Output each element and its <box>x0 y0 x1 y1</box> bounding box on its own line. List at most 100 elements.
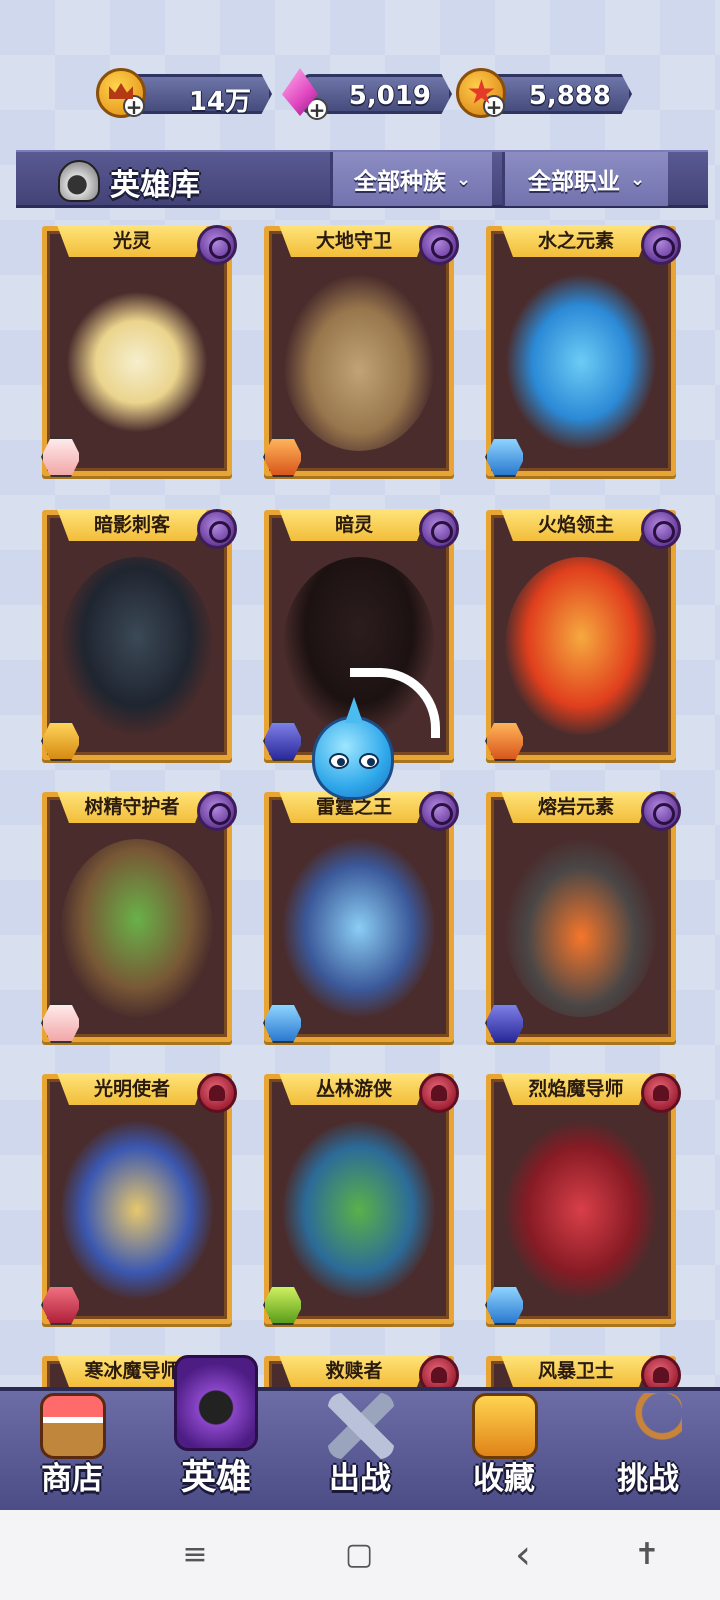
human-race-icon <box>419 1073 459 1113</box>
shop-icon <box>40 1393 106 1459</box>
add-gems-icon[interactable]: + <box>306 98 328 120</box>
add-gold-icon[interactable]: + <box>123 95 145 117</box>
nav-battle-label: 出战 <box>329 1461 391 1497</box>
human-race-icon <box>641 1355 681 1387</box>
class-icon <box>41 1285 81 1325</box>
class-icon <box>485 1003 525 1043</box>
elemental-race-icon <box>641 791 681 831</box>
hero-name: 树精守护者 <box>57 791 207 823</box>
class-icon <box>263 1003 303 1043</box>
chevron-down-icon: ⌄ <box>455 168 472 190</box>
hero-card[interactable]: 火焰领主 <box>485 509 681 761</box>
gem-amount: 5,019 <box>348 81 431 111</box>
hero-card[interactable]: 光明使者 <box>41 1073 237 1325</box>
nav-collection[interactable]: 收藏 <box>432 1391 576 1510</box>
class-icon <box>41 721 81 761</box>
nav-shop-label: 商店 <box>41 1461 103 1497</box>
human-race-icon <box>641 1073 681 1113</box>
hero-card[interactable]: 大地守卫 <box>263 225 459 477</box>
star-coin-icon[interactable]: + <box>456 68 506 118</box>
hero-portrait <box>283 273 435 451</box>
pet-eye-icon <box>359 753 379 769</box>
hero-card[interactable]: 丛林游侠 <box>263 1073 459 1325</box>
hero-name: 暗灵 <box>279 509 429 541</box>
hero-portrait <box>61 1121 213 1299</box>
class-icon <box>263 1285 303 1325</box>
hero-name: 丛林游侠 <box>279 1073 429 1105</box>
nav-challenge[interactable]: 挑战 <box>576 1391 720 1510</box>
star-amount: 5,888 <box>528 81 611 111</box>
hero-portrait <box>61 839 213 1017</box>
elemental-race-icon <box>641 509 681 549</box>
race-filter-dropdown[interactable]: 全部种族 ⌄ <box>330 152 492 206</box>
class-icon <box>485 437 525 477</box>
elemental-race-icon <box>419 509 459 549</box>
hero-card[interactable]: 救赎者 <box>264 1355 459 1387</box>
page-title: 英雄库 <box>110 168 200 203</box>
class-filter-dropdown[interactable]: 全部职业 ⌄ <box>502 152 668 206</box>
class-icon <box>485 1285 525 1325</box>
hero-portrait <box>61 557 213 735</box>
class-icon <box>41 1003 81 1043</box>
water-spirit-pet-icon[interactable] <box>312 716 394 800</box>
hero-card[interactable]: 光灵 <box>41 225 237 477</box>
bottom-nav: 商店 英雄 出战 收藏 挑战 <box>0 1355 720 1510</box>
treasure-chest-icon <box>472 1393 538 1459</box>
nav-battle[interactable]: 出战 <box>288 1391 432 1510</box>
hero-card[interactable]: 熔岩元素 <box>485 791 681 1043</box>
elemental-race-icon <box>641 225 681 265</box>
hero-card[interactable]: 烈焰魔导师 <box>485 1073 681 1325</box>
currency-bar: 14万 + 5,019 + 5,888 + <box>92 68 632 120</box>
pink-gem-icon[interactable]: + <box>276 68 328 120</box>
hero-portrait <box>61 273 213 451</box>
add-stars-icon[interactable]: + <box>483 95 505 117</box>
elemental-race-icon <box>197 791 237 831</box>
crown-coin-icon[interactable]: + <box>96 68 146 118</box>
nav-shop[interactable]: 商店 <box>0 1391 144 1510</box>
elemental-race-icon <box>197 225 237 265</box>
home-icon[interactable]: ▢ <box>336 1532 382 1578</box>
class-icon <box>263 721 303 761</box>
elemental-race-icon <box>419 225 459 265</box>
hero-name: 光灵 <box>57 225 207 257</box>
menu-icon[interactable]: ≡ <box>172 1532 218 1578</box>
class-filter-label: 全部职业 <box>527 169 620 195</box>
class-icon <box>41 437 81 477</box>
class-icon <box>485 721 525 761</box>
human-race-icon <box>419 1355 459 1387</box>
hero-grid: 光灵 大地守卫 水之元素暗影刺客 暗灵 火焰领主树精守护者 雷霆之王 熔岩元素光明使者 丛林游… <box>0 222 720 1387</box>
hero-name: 大地守卫 <box>279 225 429 257</box>
gold-amount: 14万 <box>188 87 251 117</box>
back-icon[interactable]: ‹ <box>500 1532 546 1578</box>
hero-name: 火焰领主 <box>501 509 651 541</box>
nav-heroes-label: 英雄 <box>180 1458 251 1498</box>
hero-name: 暗影刺客 <box>57 509 207 541</box>
hero-name: 光明使者 <box>57 1073 207 1105</box>
hero-card[interactable]: 暗影刺客 <box>41 509 237 761</box>
nav-collection-label: 收藏 <box>473 1461 535 1497</box>
crossed-swords-icon <box>328 1393 394 1459</box>
hero-name: 风暴卫士 <box>501 1355 651 1387</box>
helmet-icon <box>58 160 100 202</box>
elemental-race-icon <box>197 509 237 549</box>
class-icon <box>263 437 303 477</box>
hero-library-header: 英雄库 全部种族 ⌄ 全部职业 ⌄ <box>16 150 708 208</box>
race-filter-label: 全部种族 <box>353 169 446 195</box>
crossbow-icon <box>616 1393 682 1459</box>
hero-card[interactable]: 雷霆之王 <box>263 791 459 1043</box>
hero-portrait <box>283 839 435 1017</box>
hero-card[interactable]: 风暴卫士 <box>486 1355 681 1387</box>
hero-portrait <box>283 1121 435 1299</box>
hero-card[interactable]: 树精守护者 <box>41 791 237 1043</box>
hero-card[interactable]: 水之元素 <box>485 225 681 477</box>
system-nav-bar: ≡ ▢ ‹ ✝ <box>0 1510 720 1600</box>
hero-portrait <box>505 1121 657 1299</box>
elemental-race-icon <box>419 791 459 831</box>
accessibility-icon[interactable]: ✝ <box>624 1532 670 1578</box>
hero-helmet-icon <box>174 1355 258 1451</box>
hero-name: 烈焰魔导师 <box>501 1073 651 1105</box>
hero-portrait <box>505 273 657 451</box>
hero-name: 救赎者 <box>279 1355 429 1387</box>
hero-portrait <box>505 839 657 1017</box>
nav-heroes[interactable]: 英雄 <box>144 1355 288 1510</box>
